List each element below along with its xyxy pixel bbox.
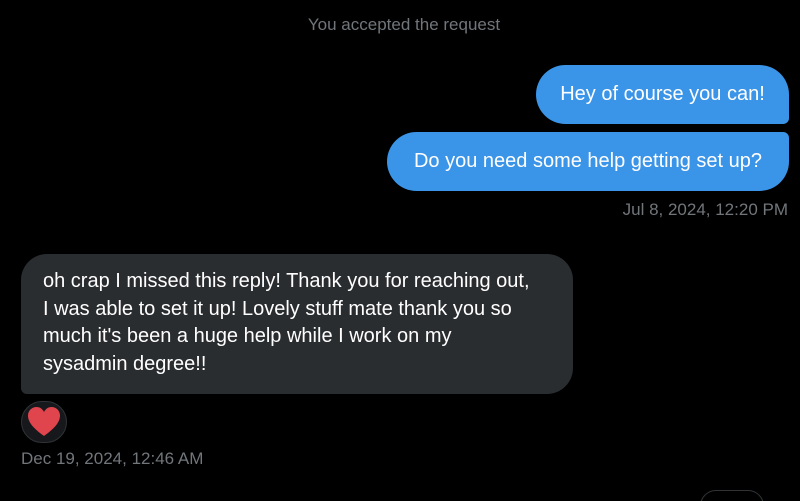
- message-line: much it's been a huge help while I work …: [43, 325, 452, 347]
- reaction-badge[interactable]: [21, 401, 67, 443]
- outgoing-timestamp: Jul 8, 2024, 12:20 PM: [622, 200, 788, 219]
- message-text: Hey of course you can!: [560, 83, 765, 105]
- incoming-message[interactable]: oh crap I missed this reply! Thank you f…: [21, 254, 573, 394]
- system-note: You accepted the request: [307, 15, 501, 34]
- message-line: I was able to set it up! Lovely stuff ma…: [43, 297, 512, 320]
- message-text: Do you need some help getting set up?: [413, 150, 763, 172]
- message-line: sysadmin degree!!: [43, 352, 207, 375]
- scroll-down-button[interactable]: [700, 490, 764, 501]
- dm-conversation: You accepted the request Hey of course y…: [0, 0, 800, 501]
- outgoing-message[interactable]: Do you need some help getting set up?: [387, 132, 789, 191]
- message-line: oh crap I missed this reply! Thank you f…: [43, 270, 530, 292]
- outgoing-message[interactable]: Hey of course you can!: [536, 65, 789, 124]
- heart-icon: [28, 407, 60, 436]
- incoming-timestamp: Dec 19, 2024, 12:46 AM: [21, 449, 204, 468]
